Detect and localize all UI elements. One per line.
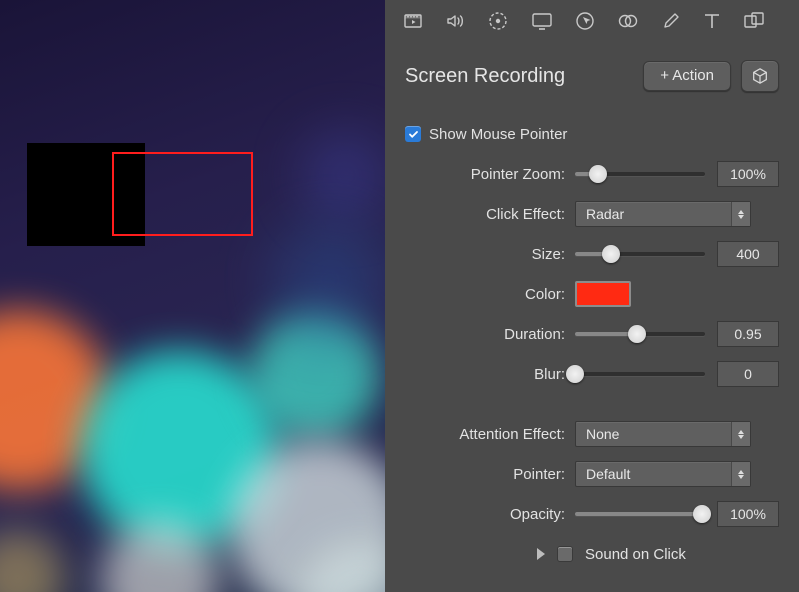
size-value[interactable]: 400: [717, 241, 779, 267]
sound-on-click-label: Sound on Click: [585, 546, 686, 563]
edit-tab-icon[interactable]: [661, 11, 681, 31]
blur-label: Blur:: [405, 366, 575, 383]
annotations-tab-icon[interactable]: [617, 11, 639, 31]
cursor-tab-icon[interactable]: [575, 11, 595, 31]
screen-tab-icon[interactable]: [531, 11, 553, 31]
size-label: Size:: [405, 246, 575, 263]
click-effect-value: Radar: [586, 206, 624, 222]
panel-title: Screen Recording: [405, 65, 633, 88]
duration-slider[interactable]: [575, 324, 705, 344]
add-action-button[interactable]: + Action: [643, 61, 731, 91]
text-tab-icon[interactable]: [703, 11, 721, 31]
audio-tab-icon[interactable]: [445, 11, 465, 31]
blur-value[interactable]: 0: [717, 361, 779, 387]
show-pointer-label: Show Mouse Pointer: [421, 126, 577, 143]
size-slider[interactable]: [575, 244, 705, 264]
opacity-slider[interactable]: [575, 504, 705, 524]
attention-value: None: [586, 426, 619, 442]
pointer-style-value: Default: [586, 466, 630, 482]
duration-label: Duration:: [405, 326, 575, 343]
click-effect-label: Click Effect:: [405, 206, 575, 223]
duration-value[interactable]: 0.95: [717, 321, 779, 347]
color-label: Color:: [405, 286, 575, 303]
attention-select[interactable]: None: [575, 421, 751, 447]
show-pointer-checkbox[interactable]: [405, 126, 421, 142]
pointer-style-label: Pointer:: [405, 466, 575, 483]
opacity-value[interactable]: 100%: [717, 501, 779, 527]
object-presets-button[interactable]: [741, 60, 779, 92]
sound-disclosure-icon[interactable]: [537, 548, 545, 560]
layout-tab-icon[interactable]: [743, 11, 765, 31]
color-well[interactable]: [575, 281, 631, 307]
canvas-preview[interactable]: [0, 0, 385, 592]
inspector-panel: Screen Recording + Action Show Mouse Poi…: [385, 0, 799, 592]
selection-rectangle[interactable]: [112, 152, 253, 236]
pointer-zoom-slider[interactable]: [575, 164, 705, 184]
opacity-label: Opacity:: [405, 506, 575, 523]
video-tab-icon[interactable]: [403, 11, 423, 31]
sound-on-click-checkbox[interactable]: [557, 546, 573, 562]
blur-slider[interactable]: [575, 364, 705, 384]
pointer-zoom-value[interactable]: 100%: [717, 161, 779, 187]
screenrec-tab-icon[interactable]: [487, 10, 509, 32]
inspector-toolbar: [385, 0, 799, 42]
attention-label: Attention Effect:: [405, 426, 575, 443]
click-effect-select[interactable]: Radar: [575, 201, 751, 227]
pointer-style-select[interactable]: Default: [575, 461, 751, 487]
pointer-zoom-label: Pointer Zoom:: [405, 166, 575, 183]
